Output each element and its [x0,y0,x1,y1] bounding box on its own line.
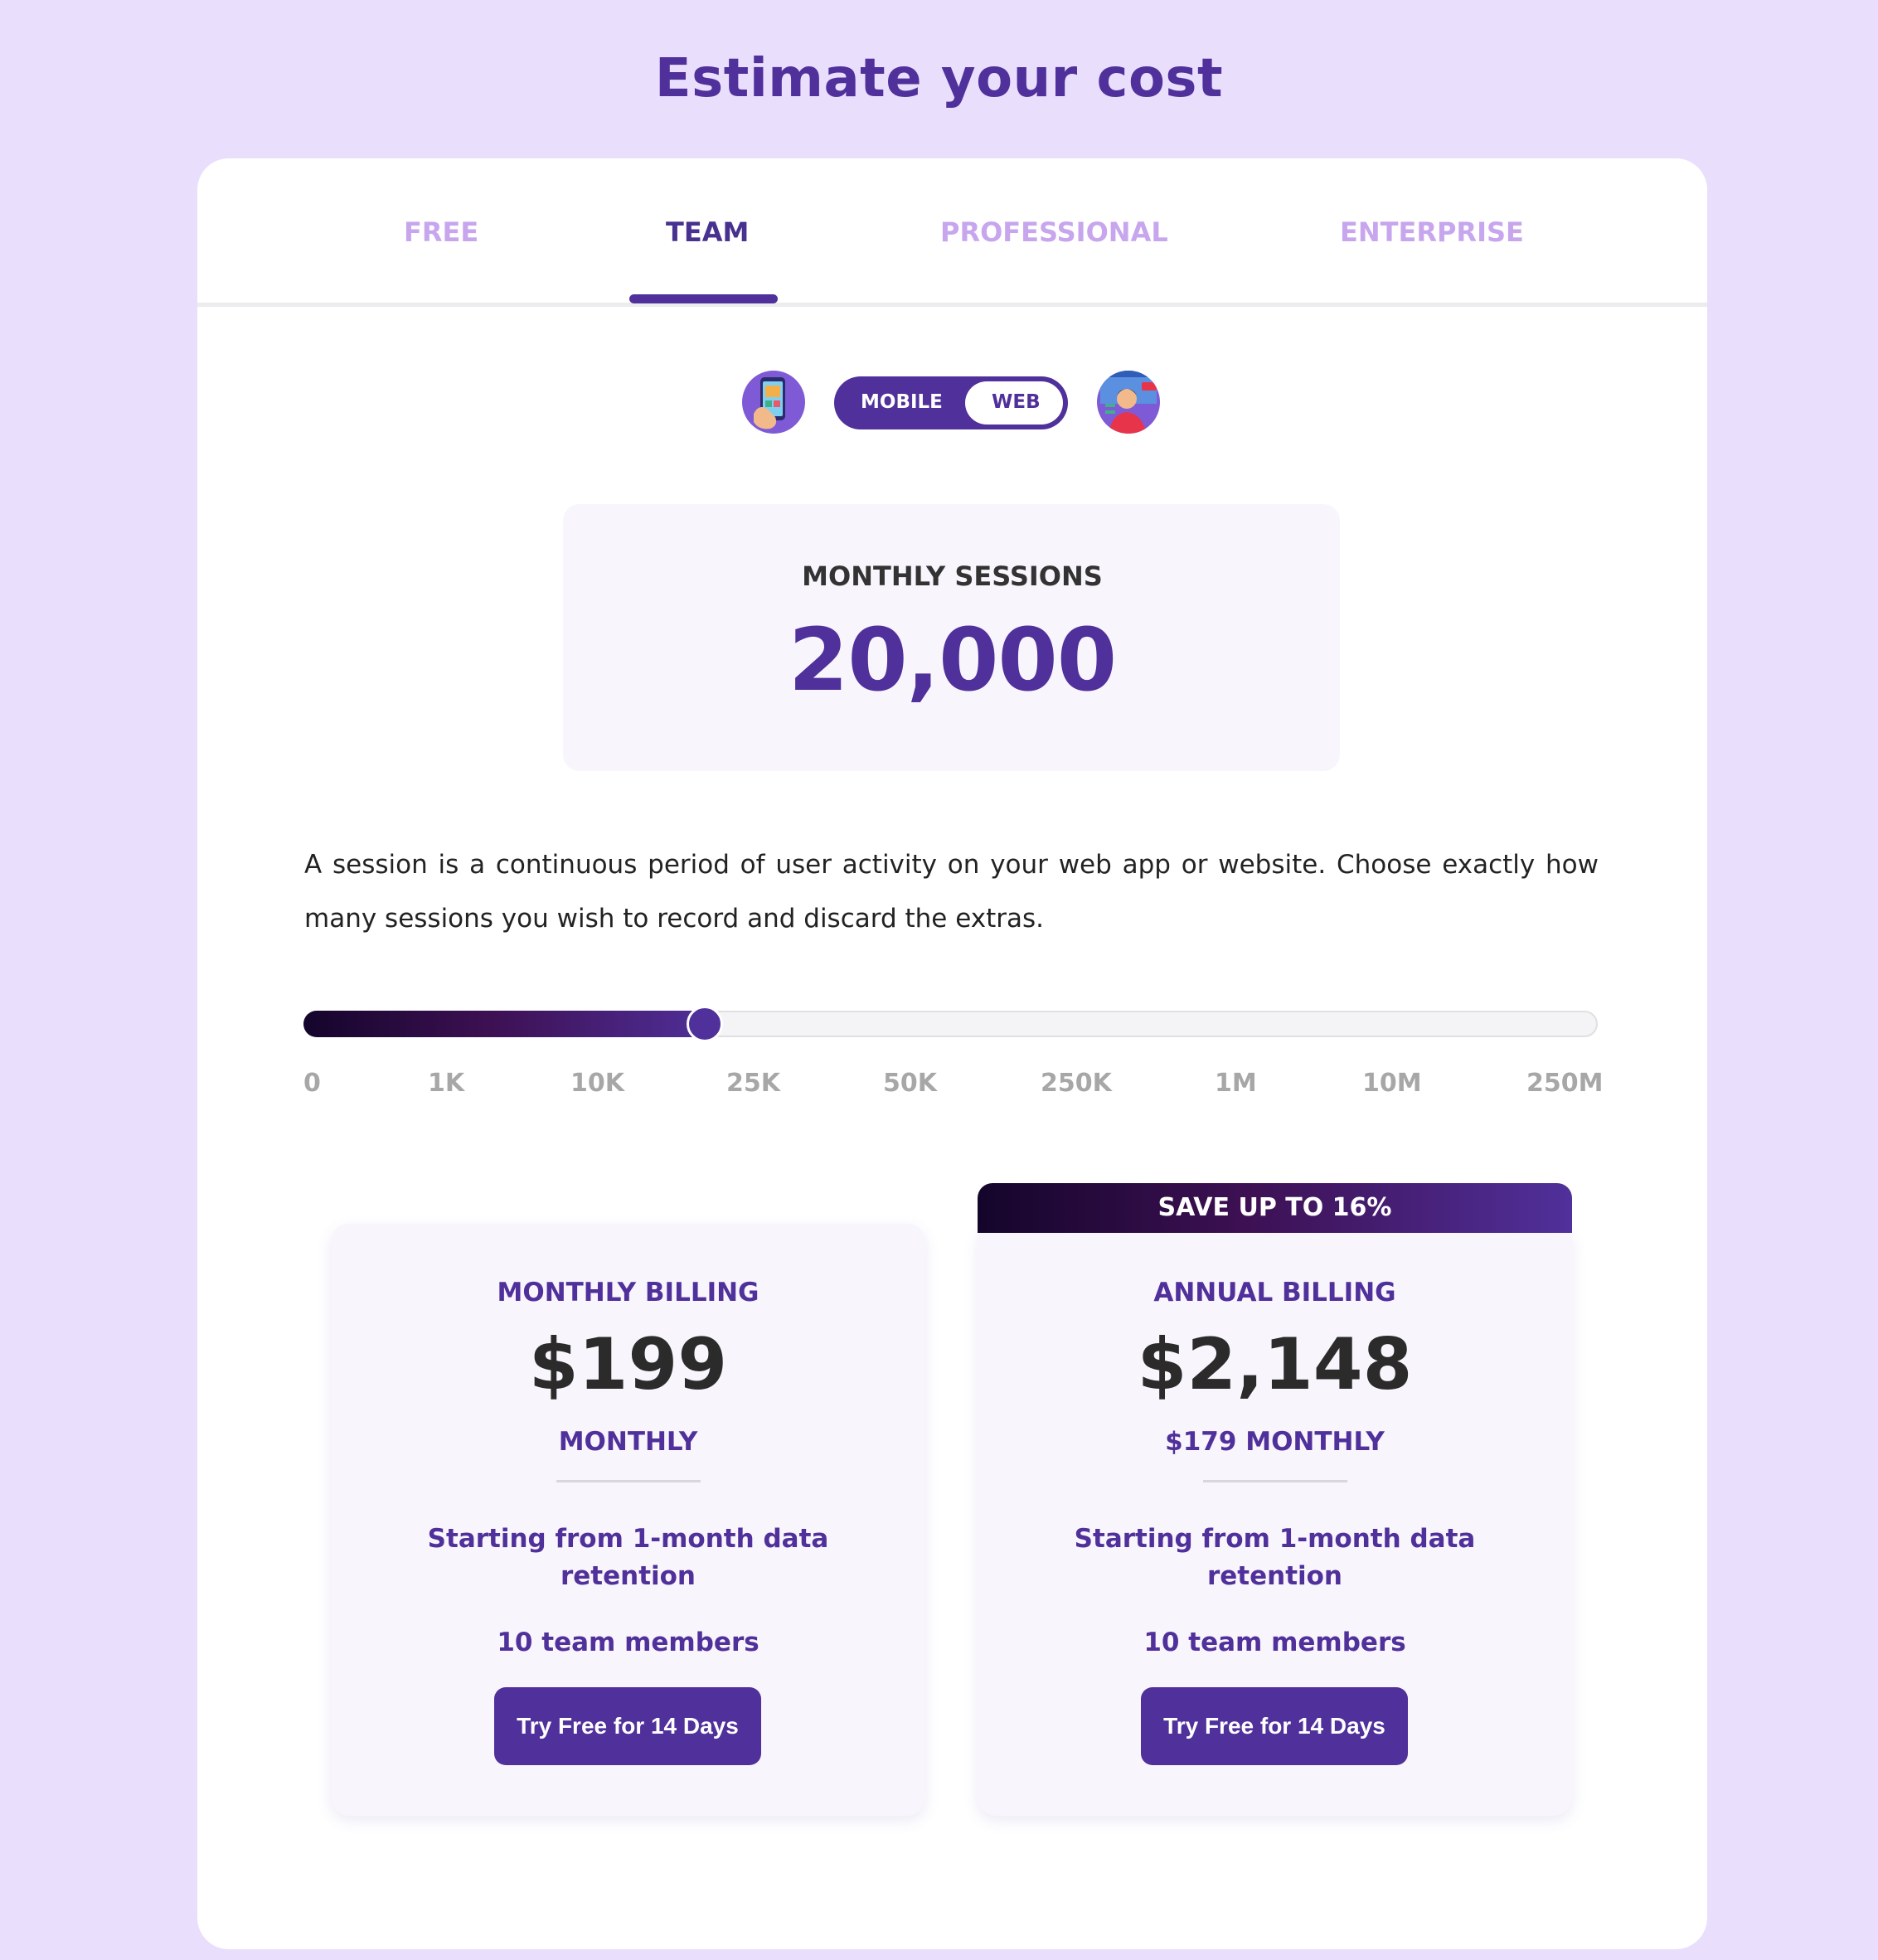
try-free-button-annual[interactable]: Try Free for 14 Days [1141,1687,1408,1765]
savings-banner-text: SAVE UP TO 16% [1157,1193,1392,1222]
tab-professional[interactable]: PROFESSIONAL [940,216,1168,248]
toggle-option-mobile[interactable]: MOBILE [861,391,943,413]
divider [1203,1480,1347,1482]
team-members-text: 10 team members [497,1628,759,1657]
slider-tick: 10M [1362,1069,1422,1098]
billing-price: $199 [528,1323,728,1406]
slider-tick: 25K [726,1069,780,1098]
billing-price: $2,148 [1137,1323,1413,1406]
session-description: A session is a continuous period of user… [304,850,1599,934]
billing-heading: MONTHLY BILLING [497,1278,759,1307]
tab-free[interactable]: FREE [404,216,478,248]
billing-period: $179 MONTHLY [1165,1427,1385,1457]
sessions-value: 20,000 [788,609,1117,711]
active-tab-indicator [629,294,778,303]
sessions-label: MONTHLY SESSIONS [802,560,1103,592]
slider-tick: 250K [1041,1069,1112,1098]
try-free-button-monthly[interactable]: Try Free for 14 Days [494,1687,761,1765]
slider-tick: 10K [570,1069,624,1098]
mobile-phone-icon [742,371,805,434]
sessions-slider-thumb[interactable] [687,1006,723,1042]
platform-toggle[interactable]: MOBILE WEB [834,376,1068,429]
data-retention-text: Starting from 1-month data retention [1074,1524,1476,1591]
slider-tick: 1K [428,1069,465,1098]
billing-period: MONTHLY [558,1427,698,1457]
annual-billing-card: ANNUAL BILLING $2,148 $179 MONTHLY Start… [978,1224,1572,1816]
sessions-slider-fill [303,1011,718,1037]
billing-heading: ANNUAL BILLING [1153,1278,1396,1307]
tab-enterprise[interactable]: ENTERPRISE [1340,216,1524,248]
live-web-session-icon [1097,371,1160,434]
divider [556,1480,701,1482]
monthly-billing-card: MONTHLY BILLING $199 MONTHLY Starting fr… [331,1224,925,1816]
tab-team[interactable]: TEAM [666,216,749,248]
slider-tick: 1M [1215,1069,1257,1098]
slider-tick: 0 [303,1069,321,1098]
savings-banner: SAVE UP TO 16% [978,1183,1572,1233]
pricing-card: FREE TEAM PROFESSIONAL ENTERPRISE MOBILE… [197,158,1707,1949]
team-members-text: 10 team members [1143,1628,1406,1657]
toggle-option-web[interactable]: WEB [992,391,1041,413]
slider-tick: 250M [1526,1069,1604,1098]
plan-tabs: FREE TEAM PROFESSIONAL ENTERPRISE [197,158,1707,307]
data-retention-text: Starting from 1-month data retention [427,1524,829,1591]
platform-selector: MOBILE WEB [197,367,1707,435]
page-title: Estimate your cost [654,48,1224,109]
slider-tick: 50K [883,1069,937,1098]
